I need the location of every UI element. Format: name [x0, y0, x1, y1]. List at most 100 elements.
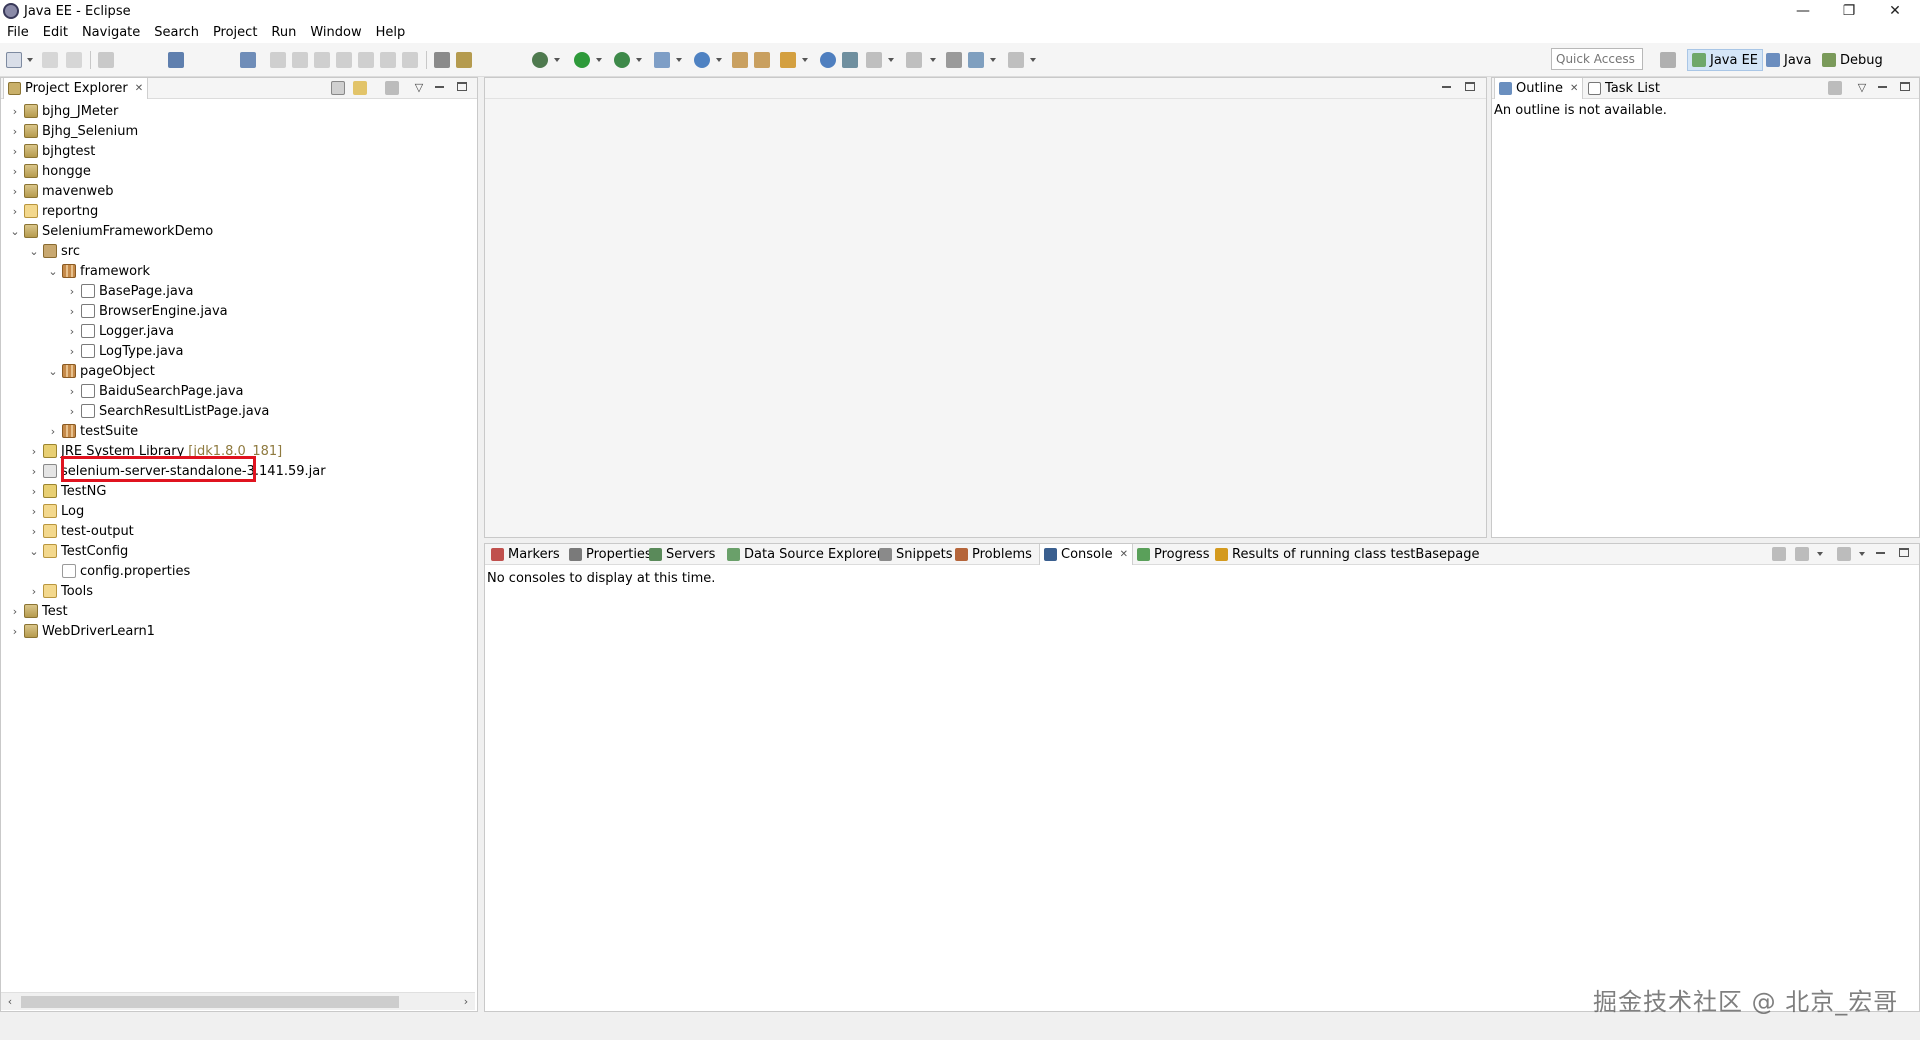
debug-icon[interactable]	[532, 52, 548, 68]
chevron-right-icon[interactable]: ›	[66, 385, 78, 398]
scroll-left-icon[interactable]: ‹	[3, 994, 17, 1010]
chevron-right-icon[interactable]: ›	[66, 405, 78, 418]
maximize-editor-icon[interactable]	[1465, 82, 1475, 91]
tab-servers[interactable]: Servers	[645, 544, 719, 565]
tree-item[interactable]: ⌄ SeleniumFrameworkDemo	[9, 221, 213, 241]
tree-item[interactable]: › Tools	[28, 581, 93, 601]
tree-item[interactable]: › hongge	[9, 161, 91, 181]
tree-item[interactable]: › reportng	[9, 201, 98, 221]
tab-project-explorer[interactable]: Project Explorer ✕	[3, 78, 149, 99]
last-edit-icon[interactable]	[946, 52, 962, 68]
forward-dropdown-icon[interactable]	[1030, 58, 1036, 62]
chevron-right-icon[interactable]: ›	[28, 585, 40, 598]
toggle-mark-dropdown-icon[interactable]	[888, 58, 894, 62]
maximize-view-icon[interactable]	[457, 82, 467, 91]
minimize-button[interactable]: —	[1780, 0, 1826, 22]
tab-data[interactable]: Data Source Explorer	[723, 544, 886, 565]
tree-item[interactable]: › BasePage.java	[66, 281, 194, 301]
view-menu-icon[interactable]: ▽	[1856, 82, 1868, 94]
tree-item[interactable]: › BrowserEngine.java	[66, 301, 228, 321]
open-console-icon[interactable]	[1837, 547, 1851, 561]
tree-item[interactable]: › BaiduSearchPage.java	[66, 381, 244, 401]
skip-breakpoints-icon[interactable]	[240, 52, 256, 68]
chevron-right-icon[interactable]: ›	[9, 165, 21, 178]
chevron-right-icon[interactable]: ›	[9, 205, 21, 218]
pin-console-icon[interactable]	[1772, 547, 1786, 561]
chevron-right-icon[interactable]: ›	[9, 605, 21, 618]
link-with-editor-icon[interactable]	[353, 81, 367, 95]
minimize-view-icon[interactable]	[435, 86, 444, 88]
tab-outline[interactable]: Outline ✕	[1494, 78, 1584, 99]
new-web-dropdown-icon[interactable]	[716, 58, 722, 62]
tree-item[interactable]: › selenium-server-standalone-3.141.59.jar	[28, 461, 326, 481]
open-task-icon[interactable]	[456, 52, 472, 68]
external-tools-dropdown-icon[interactable]	[636, 58, 642, 62]
save-all-icon[interactable]	[66, 52, 82, 68]
back-icon[interactable]	[968, 52, 984, 68]
minimize-editor-icon[interactable]	[1442, 86, 1451, 88]
open-resource-icon[interactable]	[754, 52, 770, 68]
chevron-down-icon[interactable]: ⌄	[28, 245, 40, 258]
tree-item[interactable]: › JRE System Library [jdk1.8.0_181]	[28, 441, 282, 461]
run-icon[interactable]	[574, 52, 590, 68]
perspective-java[interactable]: Java	[1762, 49, 1815, 71]
suspend-icon[interactable]	[292, 52, 308, 68]
close-tab-icon[interactable]: ✕	[1120, 549, 1128, 560]
restore-button[interactable]: ❐	[1826, 0, 1872, 22]
use-step-filters-icon[interactable]	[434, 52, 450, 68]
menu-window[interactable]: Window	[303, 25, 368, 40]
focus-icon[interactable]	[1828, 81, 1842, 95]
tab-task-list[interactable]: Task List	[1584, 78, 1664, 99]
save-icon[interactable]	[42, 52, 58, 68]
chevron-right-icon[interactable]: ›	[47, 425, 59, 438]
menu-edit[interactable]: Edit	[36, 25, 75, 40]
web-browser-icon[interactable]	[820, 52, 836, 68]
open-type-icon[interactable]	[732, 52, 748, 68]
focus-icon[interactable]	[385, 81, 399, 95]
horizontal-scrollbar[interactable]: ‹ ›	[1, 992, 475, 1010]
tab-problems[interactable]: Problems	[951, 544, 1036, 565]
tree-item[interactable]: › SearchResultListPage.java	[66, 401, 270, 421]
new-web-project-icon[interactable]	[694, 52, 710, 68]
chevron-right-icon[interactable]: ›	[66, 305, 78, 318]
toggle-mark-icon[interactable]	[866, 52, 882, 68]
run-dropdown-icon[interactable]	[596, 58, 602, 62]
chevron-right-icon[interactable]: ›	[28, 485, 40, 498]
tree-item[interactable]: › WebDriverLearn1	[9, 621, 155, 641]
tree-item[interactable]: › Bjhg_Selenium	[9, 121, 138, 141]
chevron-right-icon[interactable]: ›	[28, 465, 40, 478]
chevron-right-icon[interactable]: ›	[9, 125, 21, 138]
display-console-dropdown-icon[interactable]	[1817, 552, 1823, 556]
tab-console[interactable]: Console ✕	[1039, 544, 1133, 565]
menu-run[interactable]: Run	[264, 25, 303, 40]
print-icon[interactable]	[98, 52, 114, 68]
close-tab-icon[interactable]: ✕	[1570, 83, 1578, 94]
collapse-all-icon[interactable]	[331, 81, 345, 95]
menu-help[interactable]: Help	[369, 25, 413, 40]
chevron-right-icon[interactable]: ›	[28, 505, 40, 518]
open-console-dropdown-icon[interactable]	[1859, 552, 1865, 556]
tab-properties[interactable]: Properties	[565, 544, 656, 565]
tree-item[interactable]: › Log	[28, 501, 84, 521]
perspective-debug[interactable]: Debug	[1818, 49, 1887, 71]
tab-markers[interactable]: Markers	[487, 544, 564, 565]
chevron-right-icon[interactable]: ›	[9, 625, 21, 638]
chevron-right-icon[interactable]: ›	[9, 185, 21, 198]
menu-file[interactable]: File	[0, 25, 36, 40]
terminate-icon[interactable]	[314, 52, 330, 68]
chevron-right-icon[interactable]: ›	[9, 145, 21, 158]
maximize-view-icon[interactable]	[1900, 82, 1910, 91]
forward-icon[interactable]	[1008, 52, 1024, 68]
close-tab-icon[interactable]: ✕	[135, 83, 143, 94]
new-server-icon[interactable]	[654, 52, 670, 68]
tree-item[interactable]: › bjhgtest	[9, 141, 96, 161]
annotation-icon[interactable]	[842, 52, 858, 68]
tree-item[interactable]: › LogType.java	[66, 341, 184, 361]
open-perspective-icon[interactable]	[1660, 52, 1676, 68]
chevron-right-icon[interactable]: ›	[9, 105, 21, 118]
tree-item[interactable]: › Logger.java	[66, 321, 174, 341]
menu-search[interactable]: Search	[147, 25, 206, 40]
minimize-view-icon[interactable]	[1878, 86, 1887, 88]
chevron-down-icon[interactable]: ⌄	[9, 225, 21, 238]
chevron-right-icon[interactable]: ›	[66, 345, 78, 358]
